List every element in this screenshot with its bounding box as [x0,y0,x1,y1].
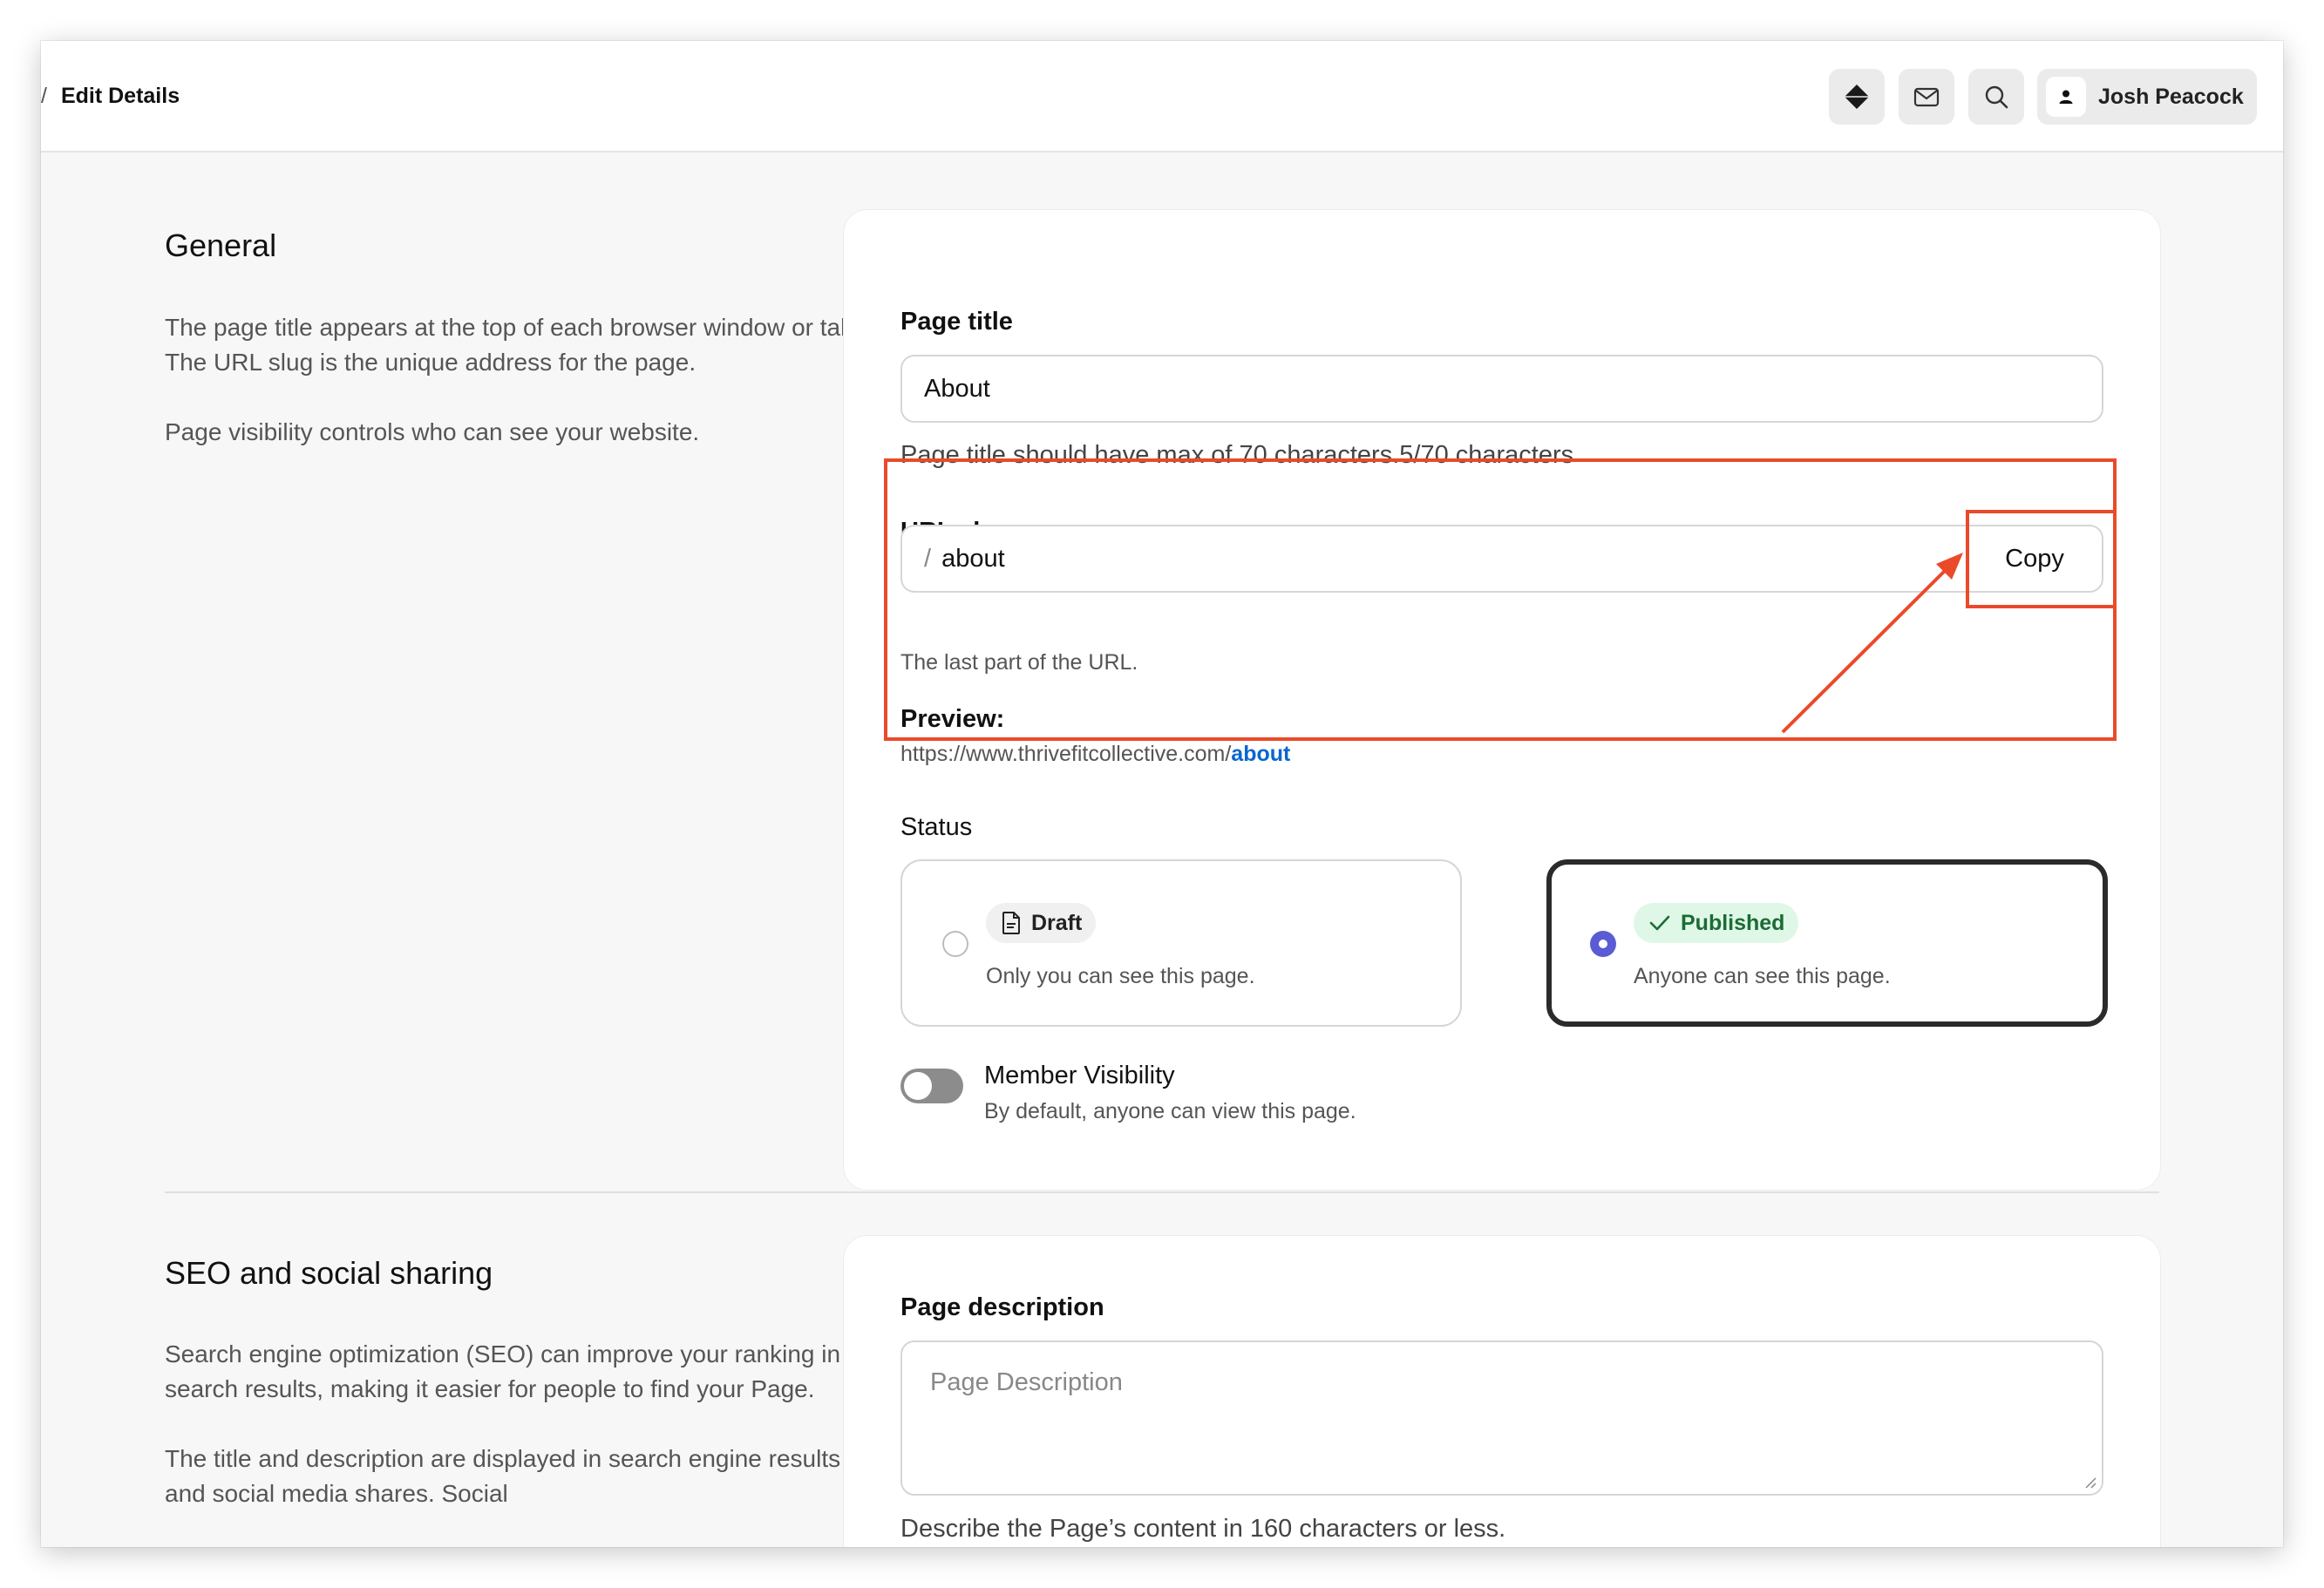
page-description-textarea[interactable]: Page Description [900,1340,2103,1496]
published-description: Anyone can see this page. [1634,964,1891,988]
top-bar: / Edit Details Josh Peacock [41,41,2283,153]
preview-url-base: https://www.thrivefitcollective.com/ [900,742,1232,766]
draft-radio[interactable] [942,931,968,957]
seo-section-description: Search engine optimization (SEO) can imp… [165,1337,862,1546]
section-divider [165,1191,2159,1193]
preview-url: https://www.thrivefitcollective.com/abou… [900,742,1290,767]
toggle-knob [904,1072,932,1100]
search-icon [1985,85,2008,109]
status-option-published[interactable]: Published Anyone can see this page. [1546,859,2108,1027]
general-desc-paragraph: The page title appears at the top of eac… [165,314,861,376]
member-visibility-toggle[interactable] [900,1069,963,1103]
seo-card: Page description Page Description Descri… [843,1235,2161,1547]
published-badge-label: Published [1681,910,1785,935]
document-icon [1002,912,1020,934]
general-section-description: The page title appears at the top of eac… [165,310,862,485]
copy-button[interactable]: Copy [1966,525,2103,593]
page-title-helper: Page title should have max of 70 charact… [900,441,1574,469]
general-section-title: General [165,227,277,263]
page-title-value: About [924,374,990,403]
resize-grip-icon[interactable] [2083,1475,2096,1489]
user-icon [2059,90,2073,104]
preview-url-slug[interactable]: about [1231,742,1290,766]
breadcrumb-current: Edit Details [60,83,180,108]
page-description-label: Page description [900,1293,1104,1321]
status-option-draft[interactable]: Draft Only you can see this page. [900,859,1462,1027]
breadcrumb: / Edit Details [41,41,180,151]
member-visibility-title: Member Visibility [984,1062,1175,1089]
page-description-helper: Describe the Page’s content in 160 chara… [900,1515,1506,1543]
page-title-input[interactable]: About [900,355,2103,423]
status-label: Status [900,813,973,841]
user-name: Josh Peacock [2098,84,2244,109]
page-description-placeholder: Page Description [930,1368,1123,1396]
check-icon [1649,915,1670,931]
member-visibility-description: By default, anyone can view this page. [984,1099,1356,1123]
breadcrumb-separator: / [41,83,47,108]
url-slug-input[interactable]: / about [900,525,1967,593]
avatar [2046,77,2086,117]
url-slug-prefix: / [924,544,932,573]
diamond-icon [1845,85,1869,109]
published-badge: Published [1634,903,1799,943]
mail-button[interactable] [1899,69,1954,125]
url-slug-value: about [941,544,1005,573]
general-card: Page title About Page title should have … [843,209,2161,1191]
general-desc-paragraph: Page visibility controls who can see you… [165,418,700,445]
user-menu-button[interactable]: Josh Peacock [2037,69,2257,125]
url-slug-helper: The last part of the URL. [900,650,1138,675]
seo-desc-paragraph: The title and description are displayed … [165,1445,841,1507]
seo-desc-paragraph: Search engine optimization (SEO) can imp… [165,1340,841,1402]
search-button[interactable] [1968,69,2024,125]
published-radio[interactable] [1590,931,1616,957]
draft-badge-label: Draft [1031,910,1083,935]
draft-badge: Draft [986,903,1097,943]
preview-label: Preview: [900,705,1005,733]
app-window: / Edit Details Josh Peacock General The … [41,41,2283,1547]
mail-icon [1913,87,1940,107]
draft-description: Only you can see this page. [986,964,1255,988]
diamond-button[interactable] [1829,69,1885,125]
page-title-label: Page title [900,308,1013,336]
seo-section-title: SEO and social sharing [165,1255,493,1291]
